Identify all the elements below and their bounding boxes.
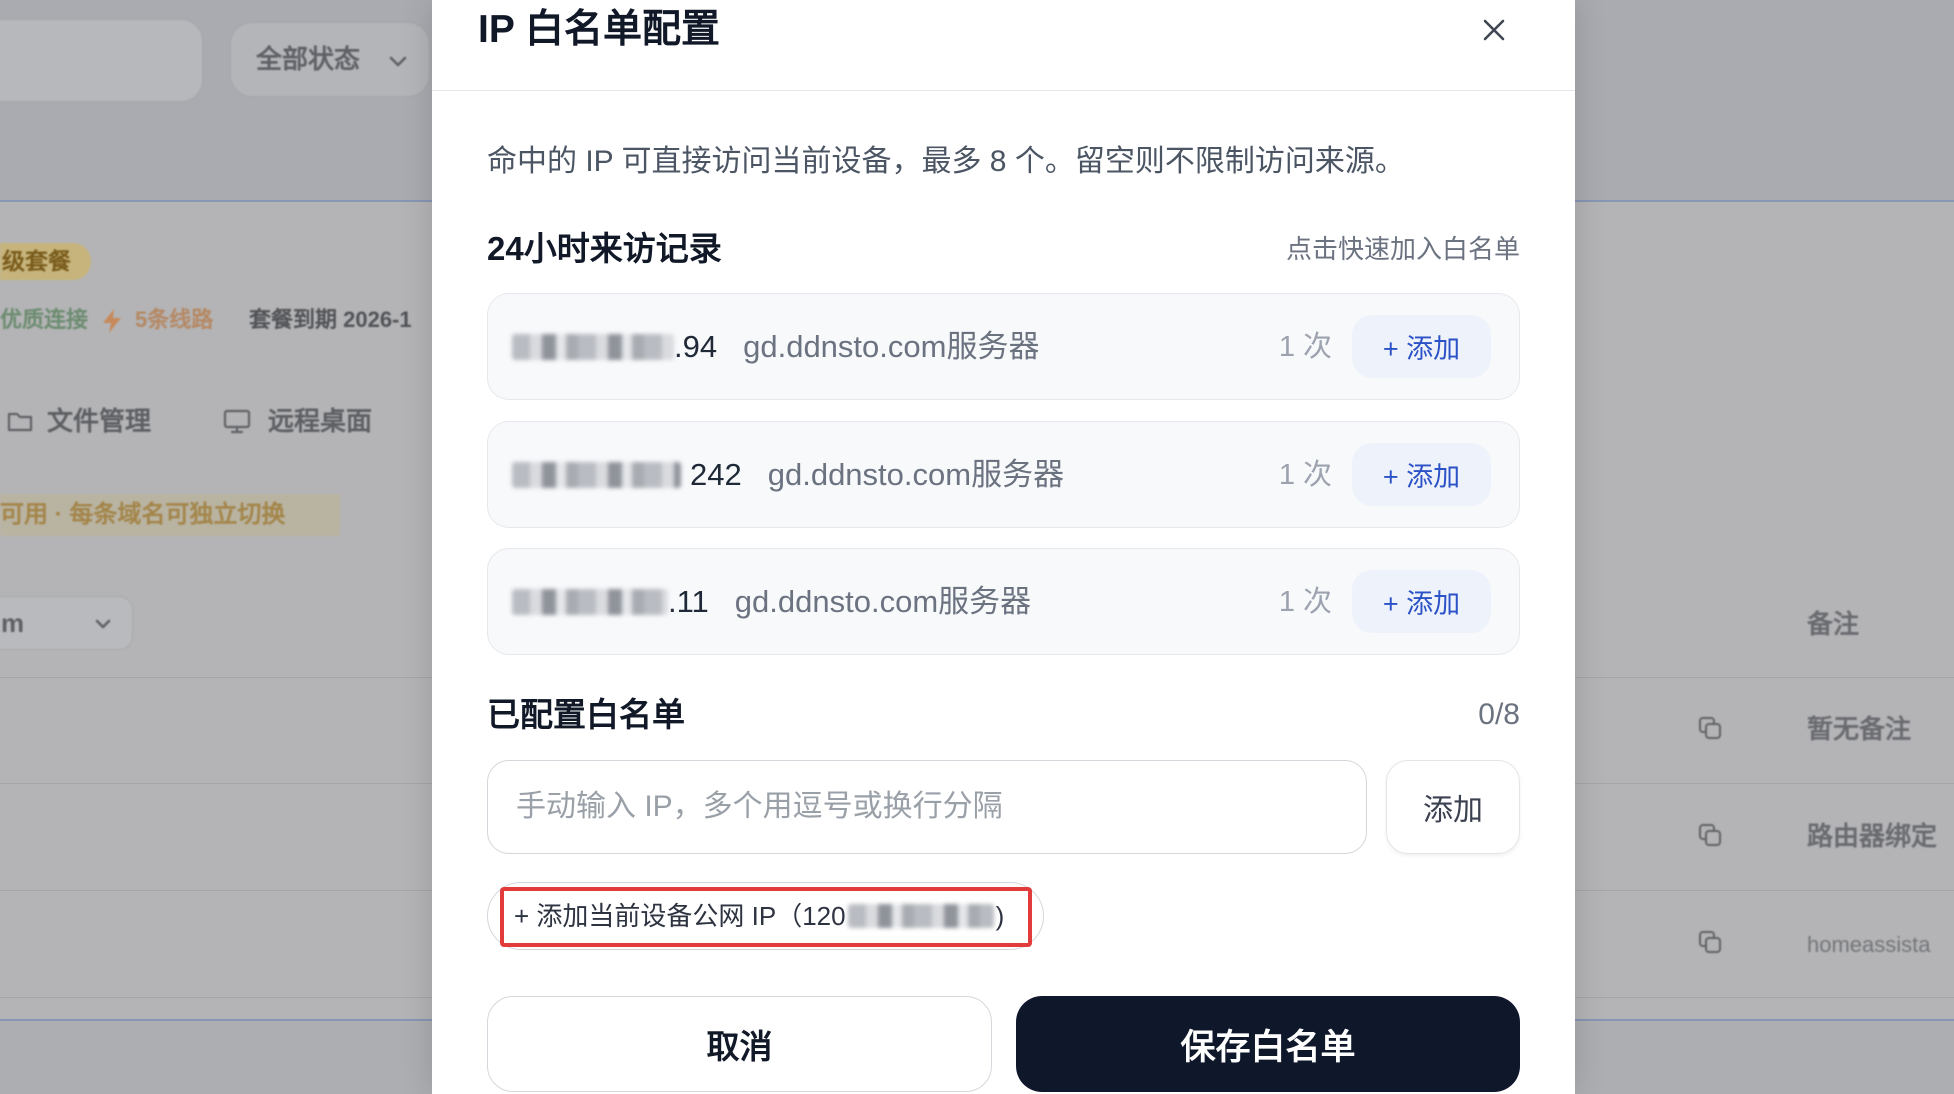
divider: [1575, 677, 1954, 678]
note-text: homeassista: [1807, 932, 1931, 957]
ip-suffix: 242: [690, 456, 742, 492]
divider: [0, 677, 432, 678]
copy-icon: [1699, 931, 1721, 953]
dialog-description: 命中的 IP 可直接访问当前设备，最多 8 个。留空则不限制访问来源。: [487, 145, 1405, 178]
redacted-ip-block: [512, 461, 681, 488]
recent-visits-hint: 点击快速加入白名单: [1285, 234, 1520, 264]
page-footer-band: [0, 1021, 432, 1094]
domain-select: m: [0, 596, 133, 650]
quick-add-button[interactable]: + 添加: [1352, 570, 1491, 633]
divider: [1575, 783, 1954, 784]
lightning-icon: [103, 309, 121, 333]
connection-quality: 优质连接: [0, 307, 89, 332]
notes-column-header: 备注: [1807, 609, 1860, 639]
divider: [1575, 200, 1954, 202]
visit-source: gd.ddnsto.com服务器: [767, 456, 1065, 492]
divider: [0, 997, 432, 998]
quick-add-button[interactable]: + 添加: [1352, 315, 1491, 378]
configured-whitelist-heading: 已配置白名单: [487, 696, 685, 733]
line-count: 5条线路: [135, 307, 214, 332]
ip-address: .94: [512, 329, 717, 365]
search-box: [0, 19, 203, 102]
notice-text: 可用 · 每条域名可独立切换: [0, 501, 286, 528]
monitor-icon: [223, 409, 251, 434]
page-header-band: [1575, 0, 1954, 200]
chevron-down-icon: [389, 56, 407, 67]
add-ip-button[interactable]: 添加: [1386, 760, 1520, 854]
backdrop-left: 全部状态 级套餐 优质连接 5条线路 套餐到期 2026-1 文件管理 远程桌面…: [0, 0, 432, 1094]
domain-select-value: m: [1, 608, 25, 638]
plan-badge: 级套餐: [0, 243, 91, 280]
visit-record-row: 242 gd.ddnsto.com服务器 1 次 + 添加: [487, 421, 1520, 528]
add-current-ip-label: + 添加当前设备公网 IP（120: [514, 901, 846, 931]
visit-record-row: .11 gd.ddnsto.com服务器 1 次 + 添加: [487, 548, 1520, 655]
nav-remote-desktop: 远程桌面: [268, 406, 373, 436]
chevron-down-icon: [95, 619, 111, 629]
visit-count: 1 次: [1278, 330, 1332, 363]
folder-icon: [7, 412, 33, 432]
divider: [0, 890, 432, 891]
divider: [1575, 997, 1954, 998]
whitelist-count: 0/8: [1478, 698, 1520, 731]
plan-expiry: 套餐到期 2026-1: [249, 307, 412, 332]
redacted-ip-block: [512, 333, 674, 360]
visit-source: gd.ddnsto.com服务器: [743, 328, 1040, 364]
save-whitelist-button[interactable]: 保存白名单: [1016, 996, 1520, 1092]
visit-count: 1 次: [1278, 585, 1332, 618]
copy-icon: [1699, 717, 1721, 739]
notice-strip: 可用 · 每条域名可独立切换: [0, 494, 340, 536]
visit-record-row: .94 gd.ddnsto.com服务器 1 次 + 添加: [487, 293, 1520, 400]
recent-visits-heading: 24小时来访记录: [487, 230, 722, 267]
status-filter-dropdown: 全部状态: [230, 22, 430, 97]
redacted-ip-block: [512, 588, 668, 615]
cancel-button[interactable]: 取消: [487, 996, 992, 1092]
visit-count: 1 次: [1278, 458, 1332, 491]
close-icon: [1483, 19, 1505, 41]
visit-source: gd.ddnsto.com服务器: [734, 583, 1032, 619]
add-current-ip-suffix: ): [995, 901, 1005, 931]
ip-suffix: .94: [674, 328, 718, 364]
note-text: 路由器绑定: [1807, 821, 1938, 851]
backdrop-right: 备注 暂无备注 路由器绑定 homeassista: [1575, 0, 1954, 1094]
ip-address: .11: [512, 584, 709, 620]
close-button[interactable]: [1479, 15, 1509, 45]
copy-icon: [1699, 824, 1721, 846]
nav-file-manager: 文件管理: [47, 406, 152, 436]
ip-address: 242: [512, 457, 742, 493]
divider: [0, 783, 432, 784]
ip-suffix: .11: [668, 583, 709, 619]
divider: [1575, 890, 1954, 891]
status-filter-label: 全部状态: [256, 44, 361, 74]
redacted-ip-block: [847, 904, 994, 928]
manual-ip-input[interactable]: [487, 760, 1367, 854]
divider: [0, 200, 432, 202]
dialog-title: IP 白名单配置: [478, 8, 720, 51]
note-text: 暂无备注: [1807, 714, 1912, 744]
quick-add-button[interactable]: + 添加: [1352, 443, 1491, 506]
ip-whitelist-dialog: IP 白名单配置 命中的 IP 可直接访问当前设备，最多 8 个。留空则不限制访…: [432, 0, 1575, 1094]
page-footer-band: [1575, 1021, 1954, 1094]
add-current-ip-button[interactable]: + 添加当前设备公网 IP（120 ): [487, 882, 1044, 950]
dialog-header: IP 白名单配置: [432, 0, 1575, 91]
